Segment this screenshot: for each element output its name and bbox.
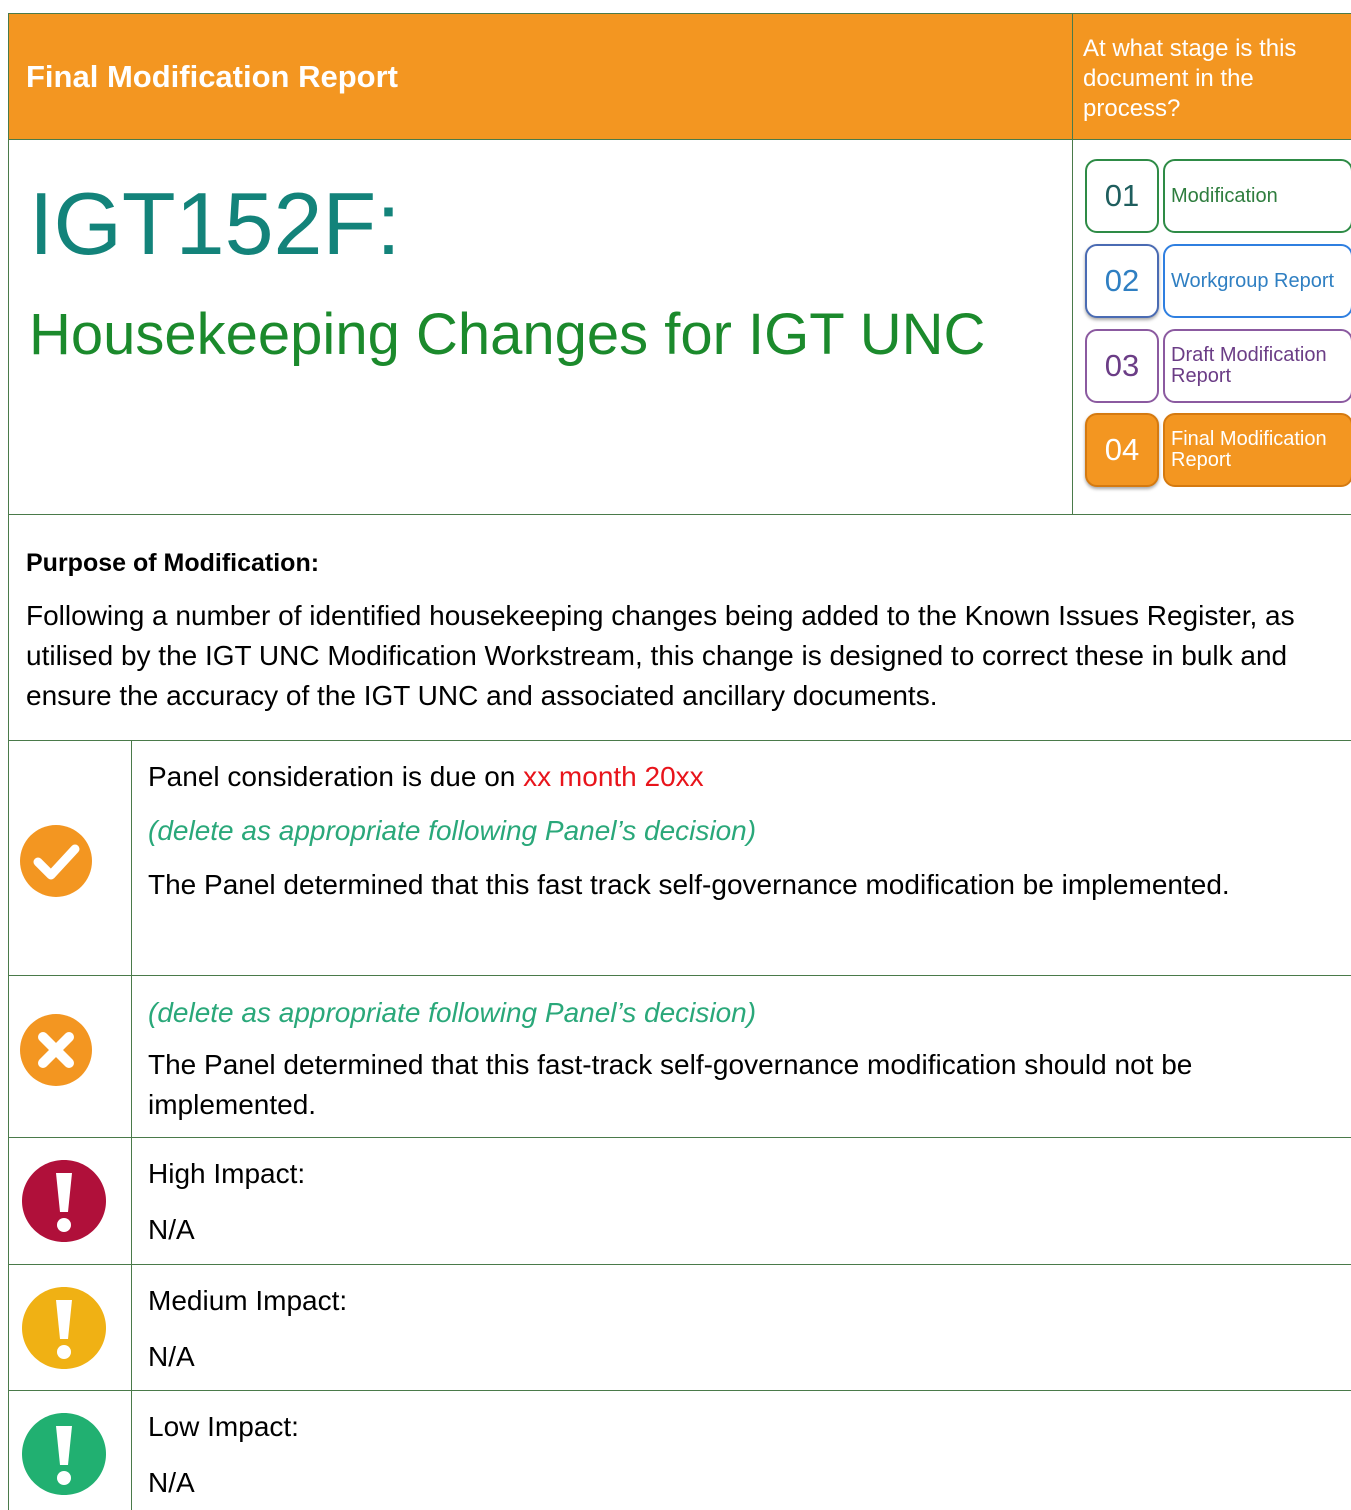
stage-label: Modification xyxy=(1163,159,1351,233)
stage-01: 01 Modification xyxy=(1085,159,1351,233)
report-type-banner: Final Modification Report xyxy=(8,13,1072,140)
panel-consideration-prefix: Panel consideration is due on xyxy=(148,761,524,792)
stage-question: At what stage is this document in the pr… xyxy=(1083,35,1297,122)
impact-label: Medium Impact: xyxy=(148,1285,348,1316)
decision-reject-text: (delete as appropriate following Panel’s… xyxy=(148,976,1348,1125)
purpose-section: Purpose of Modification: Following a num… xyxy=(8,515,1351,741)
panel-date: xx month 20xx xyxy=(523,761,704,792)
icon-cell xyxy=(9,1265,132,1390)
high-impact-alert-icon xyxy=(22,1160,106,1242)
icon-cell xyxy=(9,1138,132,1264)
icon-cell xyxy=(9,741,132,975)
decision-approve-statement: The Panel determined that this fast trac… xyxy=(148,869,1230,900)
impact-label: High Impact: xyxy=(148,1158,306,1189)
stage-03: 03 Draft Modification Report xyxy=(1085,329,1351,403)
decision-note: (delete as appropriate following Panel’s… xyxy=(148,815,757,846)
impact-medium-text: Medium Impact: N/A xyxy=(148,1265,1348,1377)
report-type: Final Modification Report xyxy=(26,58,398,94)
stage-label: Final Modification Report xyxy=(1163,413,1351,487)
stage-02: 02 Workgroup Report xyxy=(1085,244,1351,318)
stage-tracker: 01 Modification 02 Workgroup Report 03 D… xyxy=(1072,140,1351,515)
decision-note: (delete as appropriate following Panel’s… xyxy=(148,997,757,1028)
cross-icon xyxy=(20,1014,92,1086)
stage-label: Workgroup Report xyxy=(1163,244,1351,318)
stage-number: 03 xyxy=(1085,329,1159,403)
stage-number: 04 xyxy=(1085,413,1159,487)
decision-reject-row: (delete as appropriate following Panel’s… xyxy=(8,976,1351,1138)
impact-value: N/A xyxy=(148,1341,195,1372)
purpose-heading: Purpose of Modification: xyxy=(26,549,320,577)
low-impact-alert-icon xyxy=(22,1413,106,1495)
impact-medium-row: Medium Impact: N/A xyxy=(8,1265,1351,1391)
decision-approve-text: Panel consideration is due on xx month 2… xyxy=(148,741,1348,905)
impact-high-text: High Impact: N/A xyxy=(148,1138,1348,1250)
impact-value: N/A xyxy=(148,1214,195,1245)
decision-reject-statement: The Panel determined that this fast-trac… xyxy=(148,1049,1193,1120)
panel-consideration: Panel consideration is due on xx month 2… xyxy=(148,757,1348,797)
stage-label: Draft Modification Report xyxy=(1163,329,1351,403)
icon-cell xyxy=(9,976,132,1137)
stage-question-banner: At what stage is this document in the pr… xyxy=(1072,13,1351,140)
stage-number: 02 xyxy=(1085,244,1159,318)
page: Final Modification Report At what stage … xyxy=(0,0,1351,1510)
medium-impact-alert-icon xyxy=(22,1287,106,1369)
impact-low-row: Low Impact: N/A xyxy=(8,1391,1351,1510)
modification-id: IGT152F: xyxy=(29,174,401,273)
decision-approve-row: Panel consideration is due on xx month 2… xyxy=(8,741,1351,976)
title-block: IGT152F: Housekeeping Changes for IGT UN… xyxy=(8,140,1072,515)
impact-value: N/A xyxy=(148,1467,195,1498)
checkmark-icon xyxy=(20,825,92,897)
impact-high-row: High Impact: N/A xyxy=(8,1138,1351,1265)
stage-04: 04 Final Modification Report xyxy=(1085,413,1351,487)
impact-low-text: Low Impact: N/A xyxy=(148,1391,1348,1503)
stage-number: 01 xyxy=(1085,159,1159,233)
purpose-text: Following a number of identified houseke… xyxy=(26,600,1295,711)
impact-label: Low Impact: xyxy=(148,1411,299,1442)
icon-cell xyxy=(9,1391,132,1510)
modification-title: Housekeeping Changes for IGT UNC xyxy=(29,302,986,367)
